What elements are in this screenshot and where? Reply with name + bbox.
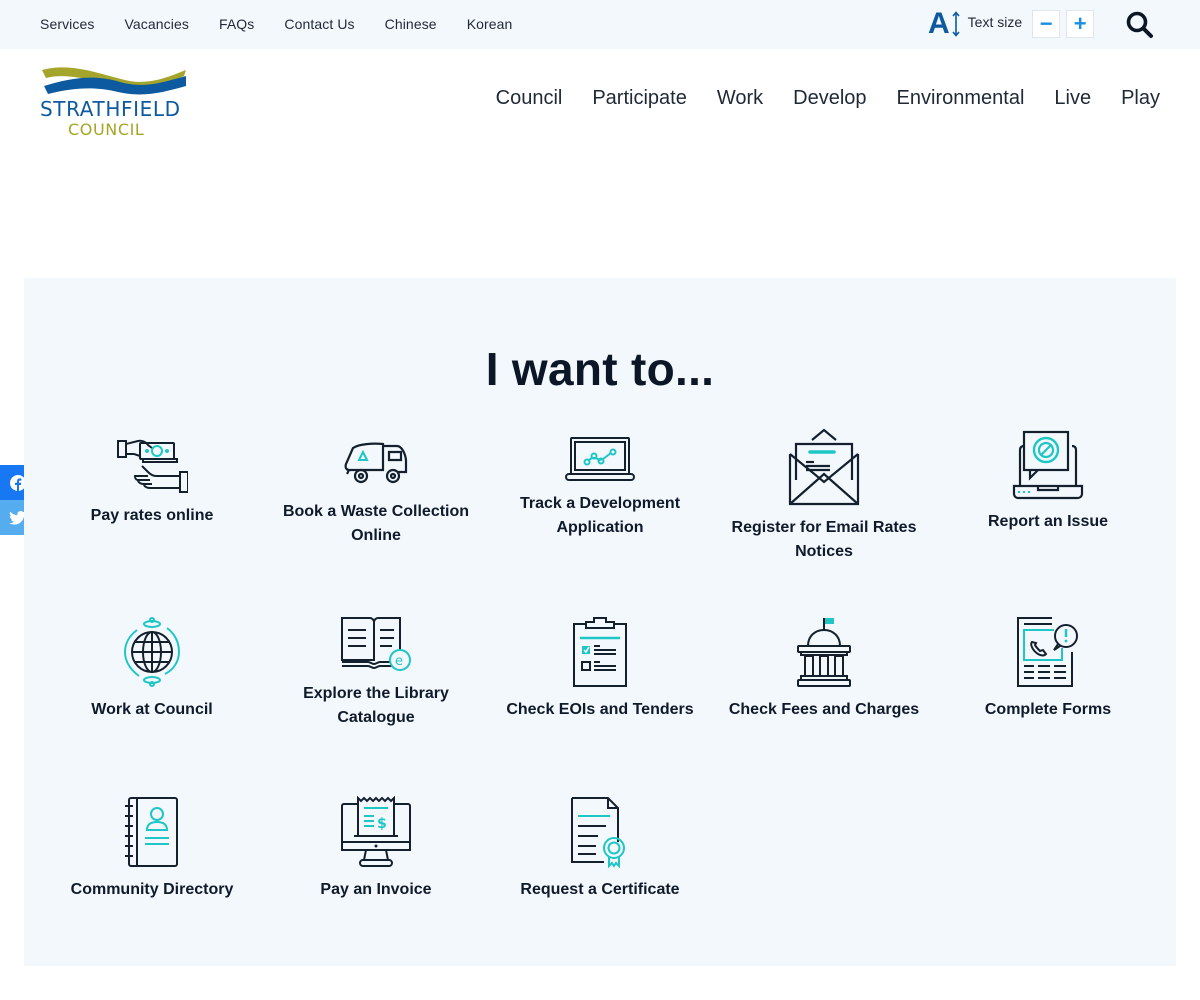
tile-track-development-application[interactable]: Track a Development Application xyxy=(488,436,712,540)
utility-link-faqs[interactable]: FAQs xyxy=(219,16,254,32)
vertical-arrow-icon xyxy=(952,11,960,37)
tile-explore-library-catalogue[interactable]: e Explore the Library Catalogue xyxy=(264,616,488,730)
nav-develop[interactable]: Develop xyxy=(793,87,866,110)
tile-work-at-council[interactable]: Work at Council xyxy=(40,616,264,722)
nav-work[interactable]: Work xyxy=(717,87,763,110)
tile-label: Report an Issue xyxy=(987,513,1109,530)
tile-complete-forms[interactable]: Complete Forms xyxy=(936,616,1160,722)
tile-check-fees-and-charges[interactable]: Check Fees and Charges xyxy=(712,616,936,722)
certificate-icon xyxy=(571,797,625,868)
ebook-icon: e xyxy=(341,617,411,671)
tile-label: Pay rates online xyxy=(90,507,214,524)
tile-label: Check EOIs and Tenders xyxy=(506,701,694,718)
nav-participate[interactable]: Participate xyxy=(592,87,687,110)
nav-environmental[interactable]: Environmental xyxy=(897,87,1025,110)
tile-label: Community Directory xyxy=(70,881,234,898)
clipboard-checklist-icon xyxy=(573,617,627,687)
tile-label: Request a Certificate xyxy=(520,881,680,898)
tile-pay-rates-online[interactable]: Pay rates online xyxy=(40,436,264,528)
utility-link-services[interactable]: Services xyxy=(40,16,94,32)
tile-check-eois-and-tenders[interactable]: Check EOIs and Tenders xyxy=(488,616,712,722)
government-building-icon xyxy=(797,618,851,687)
tile-register-email-rates-notices[interactable]: Register for Email Rates Notices xyxy=(712,428,936,564)
tile-label: Pay an Invoice xyxy=(320,881,432,898)
tile-label: Work at Council xyxy=(91,701,213,718)
monitor-invoice-icon: $ xyxy=(341,796,411,867)
globe-icon xyxy=(123,617,181,687)
svg-text:e: e xyxy=(395,654,403,669)
tile-label: Explore the Library Catalogue xyxy=(303,685,449,726)
text-size-increase-button[interactable]: + xyxy=(1066,10,1095,38)
address-book-icon xyxy=(125,797,178,867)
laptop-chart-icon xyxy=(565,437,635,481)
utility-link-vacancies[interactable]: Vacancies xyxy=(124,16,188,32)
garbage-truck-icon xyxy=(344,442,408,484)
hand-money-icon xyxy=(117,439,188,493)
tile-label: Register for Email Rates Notices xyxy=(731,519,917,560)
form-phone-icon xyxy=(1017,617,1078,687)
tile-label: Track a Development Application xyxy=(519,495,681,536)
utility-links: Services Vacancies FAQs Contact Us Chine… xyxy=(40,16,542,32)
panel-heading: I want to... xyxy=(485,343,715,395)
logo-text-strathfield: STRATHFIELD xyxy=(40,97,181,121)
laptop-alert-icon xyxy=(1012,430,1084,500)
svg-text:$: $ xyxy=(377,816,387,832)
tile-community-directory[interactable]: Community Directory xyxy=(40,796,264,902)
utility-link-korean[interactable]: Korean xyxy=(467,16,513,32)
utility-link-chinese[interactable]: Chinese xyxy=(385,16,437,32)
search-icon[interactable] xyxy=(1124,9,1156,41)
strathfield-council-logo[interactable]: STRATHFIELD COUNCIL xyxy=(40,64,190,139)
tile-book-waste-collection[interactable]: Book a Waste Collection Online xyxy=(264,436,488,548)
text-size-decrease-button[interactable]: − xyxy=(1032,10,1061,38)
tile-label: Check Fees and Charges xyxy=(728,701,920,718)
nav-council[interactable]: Council xyxy=(496,87,563,110)
utility-link-contact-us[interactable]: Contact Us xyxy=(284,16,354,32)
main-nav: Council Participate Work Develop Environ… xyxy=(466,87,1160,110)
text-size-control: A Text size − + xyxy=(928,7,1095,40)
envelope-icon xyxy=(788,428,860,506)
nav-play[interactable]: Play xyxy=(1121,87,1160,110)
text-size-icon: A xyxy=(928,7,950,40)
text-size-label: Text size xyxy=(967,14,1023,30)
tile-pay-an-invoice[interactable]: $ Pay an Invoice xyxy=(264,796,488,902)
tile-label: Complete Forms xyxy=(984,701,1112,718)
tile-label: Book a Waste Collection Online xyxy=(282,503,470,544)
utility-bar: Services Vacancies FAQs Contact Us Chine… xyxy=(0,0,1200,49)
logo-text-council: COUNCIL xyxy=(68,120,144,138)
tile-report-an-issue[interactable]: Report an Issue xyxy=(936,430,1160,534)
i-want-to-panel: I want to... Pay rates online Book a Was… xyxy=(24,278,1176,966)
nav-live[interactable]: Live xyxy=(1054,87,1091,110)
tile-request-a-certificate[interactable]: Request a Certificate xyxy=(488,796,712,902)
